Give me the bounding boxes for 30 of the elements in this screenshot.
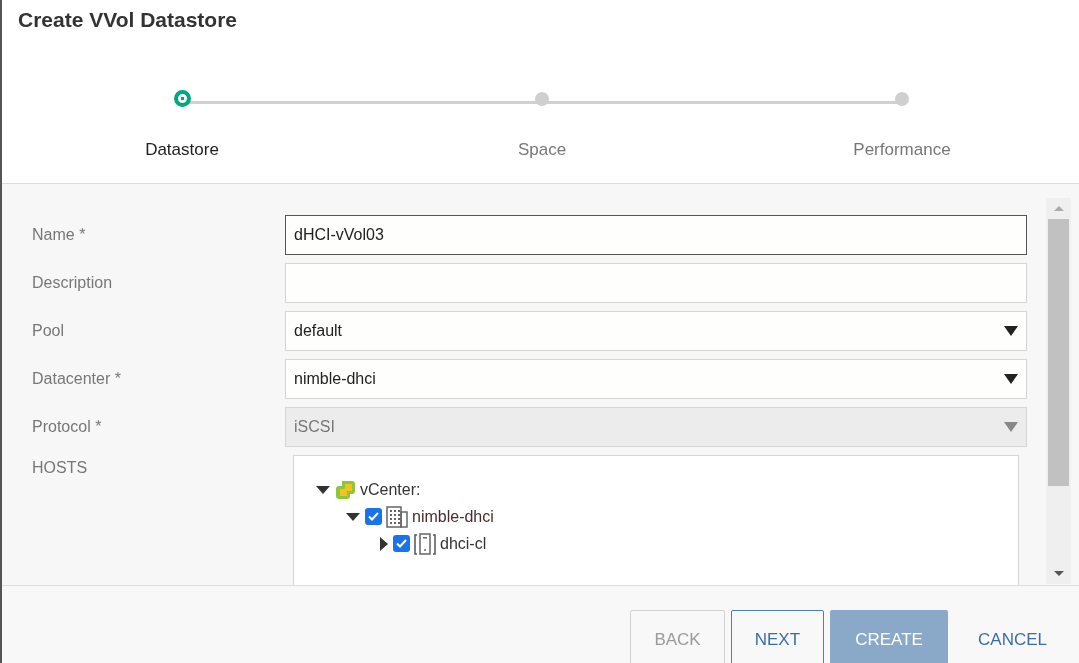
input-field[interactable]: dHCI-vVol03 bbox=[285, 215, 1027, 255]
scrollbar[interactable] bbox=[1046, 198, 1071, 584]
checkbox[interactable] bbox=[365, 508, 382, 525]
dropdown[interactable]: nimble-dhci bbox=[285, 359, 1027, 399]
dropdown[interactable]: default bbox=[285, 311, 1027, 351]
dialog-button[interactable]: CANCEL bbox=[954, 610, 1071, 663]
checkmark-icon bbox=[368, 512, 379, 521]
step-label: Space bbox=[517, 140, 567, 160]
vcenter-icon bbox=[335, 478, 357, 501]
step-label: Performance bbox=[853, 140, 951, 160]
field-label: Datacenter * bbox=[31, 370, 122, 388]
tree-item-label[interactable]: vCenter: bbox=[360, 480, 421, 499]
field-label: Protocol * bbox=[31, 418, 103, 436]
field-label: Description bbox=[31, 274, 114, 292]
server-icon bbox=[413, 531, 437, 556]
building-icon bbox=[385, 504, 409, 529]
tree-item-label[interactable]: nimble-dhci bbox=[412, 507, 494, 526]
caret-icon bbox=[1004, 326, 1018, 336]
hosts-label: HOSTS bbox=[31, 459, 89, 477]
dialog-title: Create VVol Datastore bbox=[17, 7, 239, 33]
checkbox[interactable] bbox=[393, 535, 410, 552]
step-label: Datastore bbox=[145, 140, 219, 160]
caret-icon bbox=[1004, 422, 1018, 432]
field-label: Pool bbox=[31, 322, 66, 340]
field-label: Name * bbox=[31, 226, 87, 244]
caret-icon bbox=[1004, 374, 1018, 384]
tree-item-label[interactable]: dhci-cl bbox=[440, 534, 487, 553]
input-field[interactable] bbox=[285, 263, 1027, 303]
checkmark-icon bbox=[396, 539, 407, 548]
dialog-button[interactable]: NEXT bbox=[730, 610, 825, 663]
